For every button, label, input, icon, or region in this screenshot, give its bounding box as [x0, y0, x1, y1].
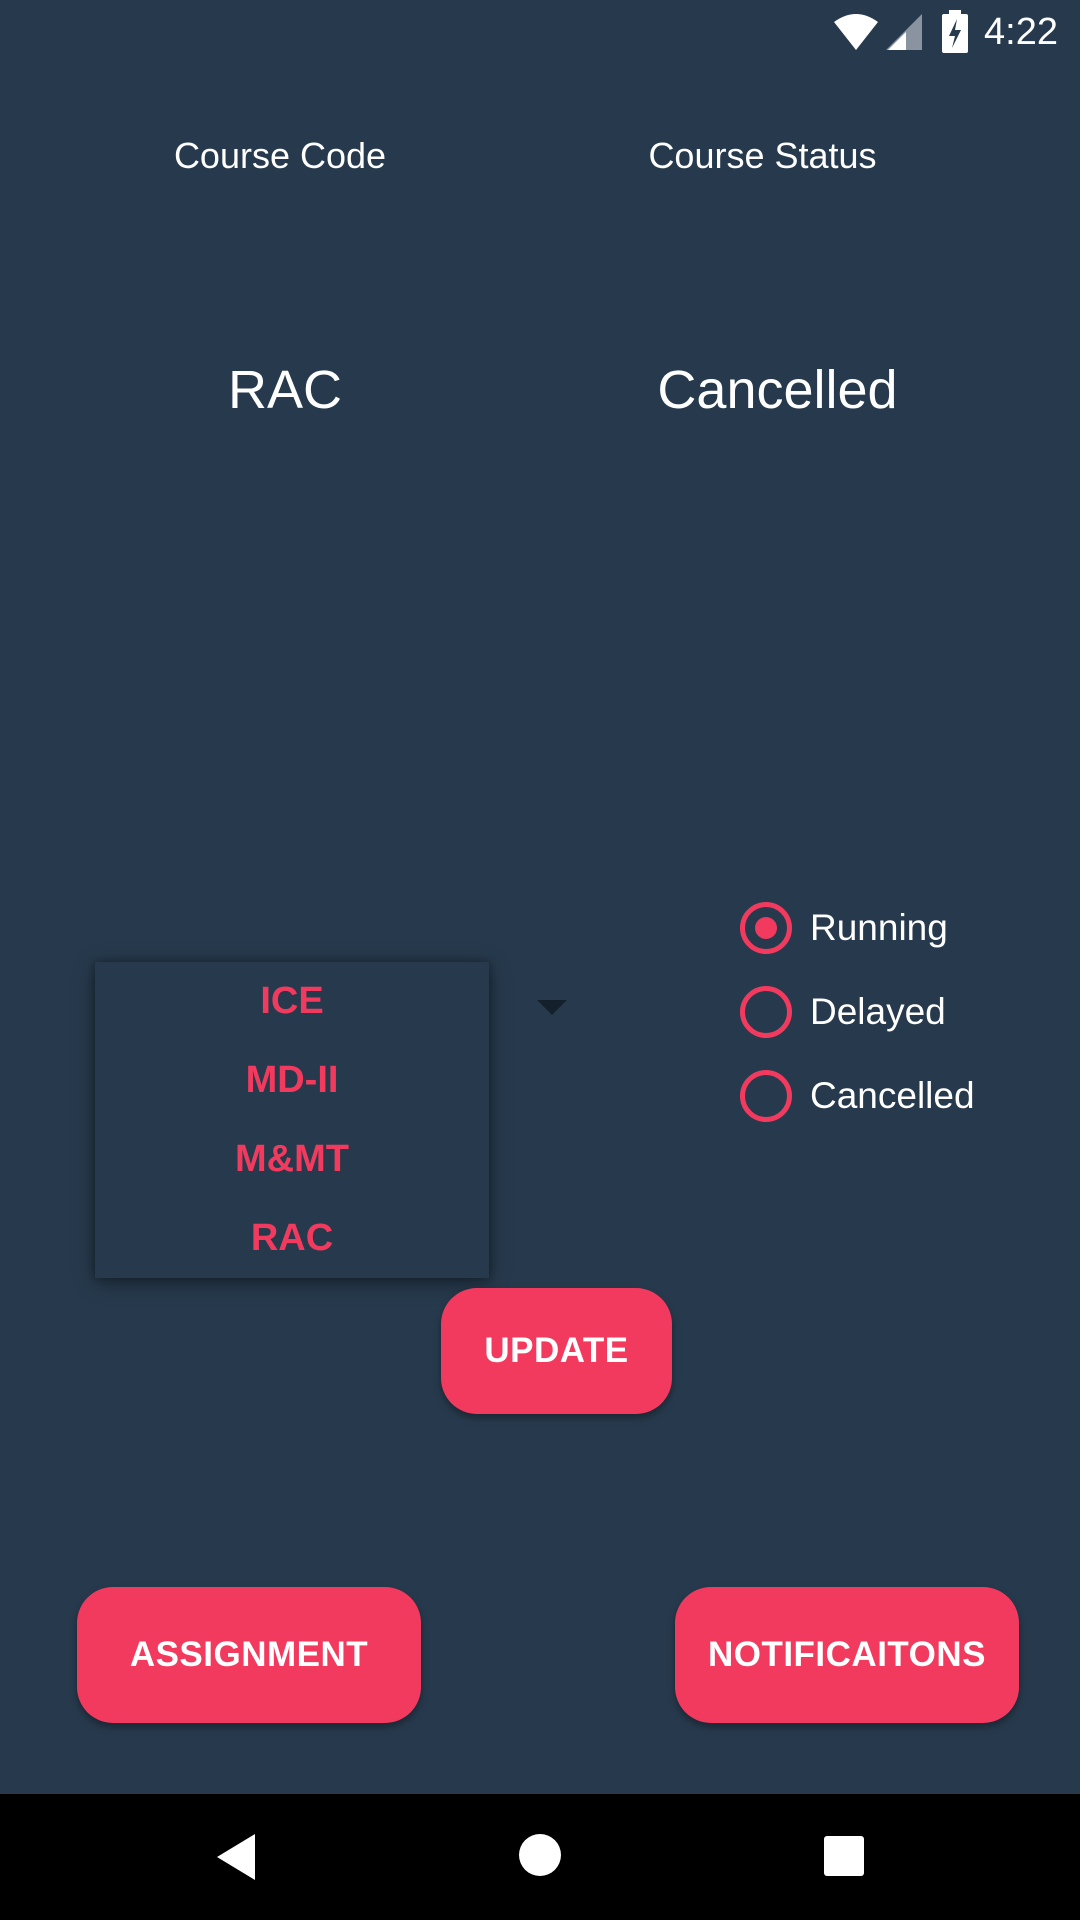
radio-button-unchecked[interactable] — [740, 1070, 792, 1122]
radio-button-checked[interactable] — [740, 902, 792, 954]
dropdown-item-m-mt[interactable]: M&MT — [95, 1120, 489, 1199]
radio-option-delayed[interactable]: Delayed — [740, 984, 1040, 1040]
course-status-header: Course Status — [648, 135, 877, 176]
status-bar: 4:22 — [0, 0, 1080, 66]
radio-label-running: Running — [810, 907, 948, 948]
current-course-code: RAC — [227, 360, 342, 420]
radio-option-cancelled[interactable]: Cancelled — [740, 1068, 1040, 1124]
course-code-header: Course Code — [173, 135, 387, 176]
dropdown-item-ice[interactable]: ICE — [95, 962, 489, 1041]
navigation-bar — [0, 1794, 1080, 1920]
course-code-dropdown: ICE MD-II M&MT RAC — [95, 962, 489, 1278]
radio-option-running[interactable]: Running — [740, 900, 1040, 956]
notifications-button[interactable]: NOTIFICAITONS — [675, 1587, 1019, 1723]
radio-selected-dot — [755, 917, 777, 939]
dropdown-item-rac[interactable]: RAC — [95, 1199, 489, 1278]
spinner-dropdown-arrow-icon[interactable] — [537, 1000, 567, 1015]
assignment-button[interactable]: ASSIGNMENT — [77, 1587, 421, 1723]
home-icon[interactable] — [519, 1834, 561, 1876]
battery-charging-icon — [942, 10, 968, 53]
recents-icon[interactable] — [824, 1836, 864, 1876]
status-time: 4:22 — [984, 11, 1058, 53]
current-course-status: Cancelled — [657, 360, 898, 420]
update-button[interactable]: UPDATE — [441, 1288, 672, 1414]
wifi-icon — [834, 14, 878, 50]
cell-signal-icon — [886, 14, 922, 50]
radio-label-delayed: Delayed — [810, 991, 946, 1032]
radio-label-cancelled: Cancelled — [810, 1075, 975, 1116]
radio-button-unchecked[interactable] — [740, 986, 792, 1038]
dropdown-item-md-ii[interactable]: MD-II — [95, 1041, 489, 1120]
back-icon[interactable] — [217, 1834, 255, 1880]
